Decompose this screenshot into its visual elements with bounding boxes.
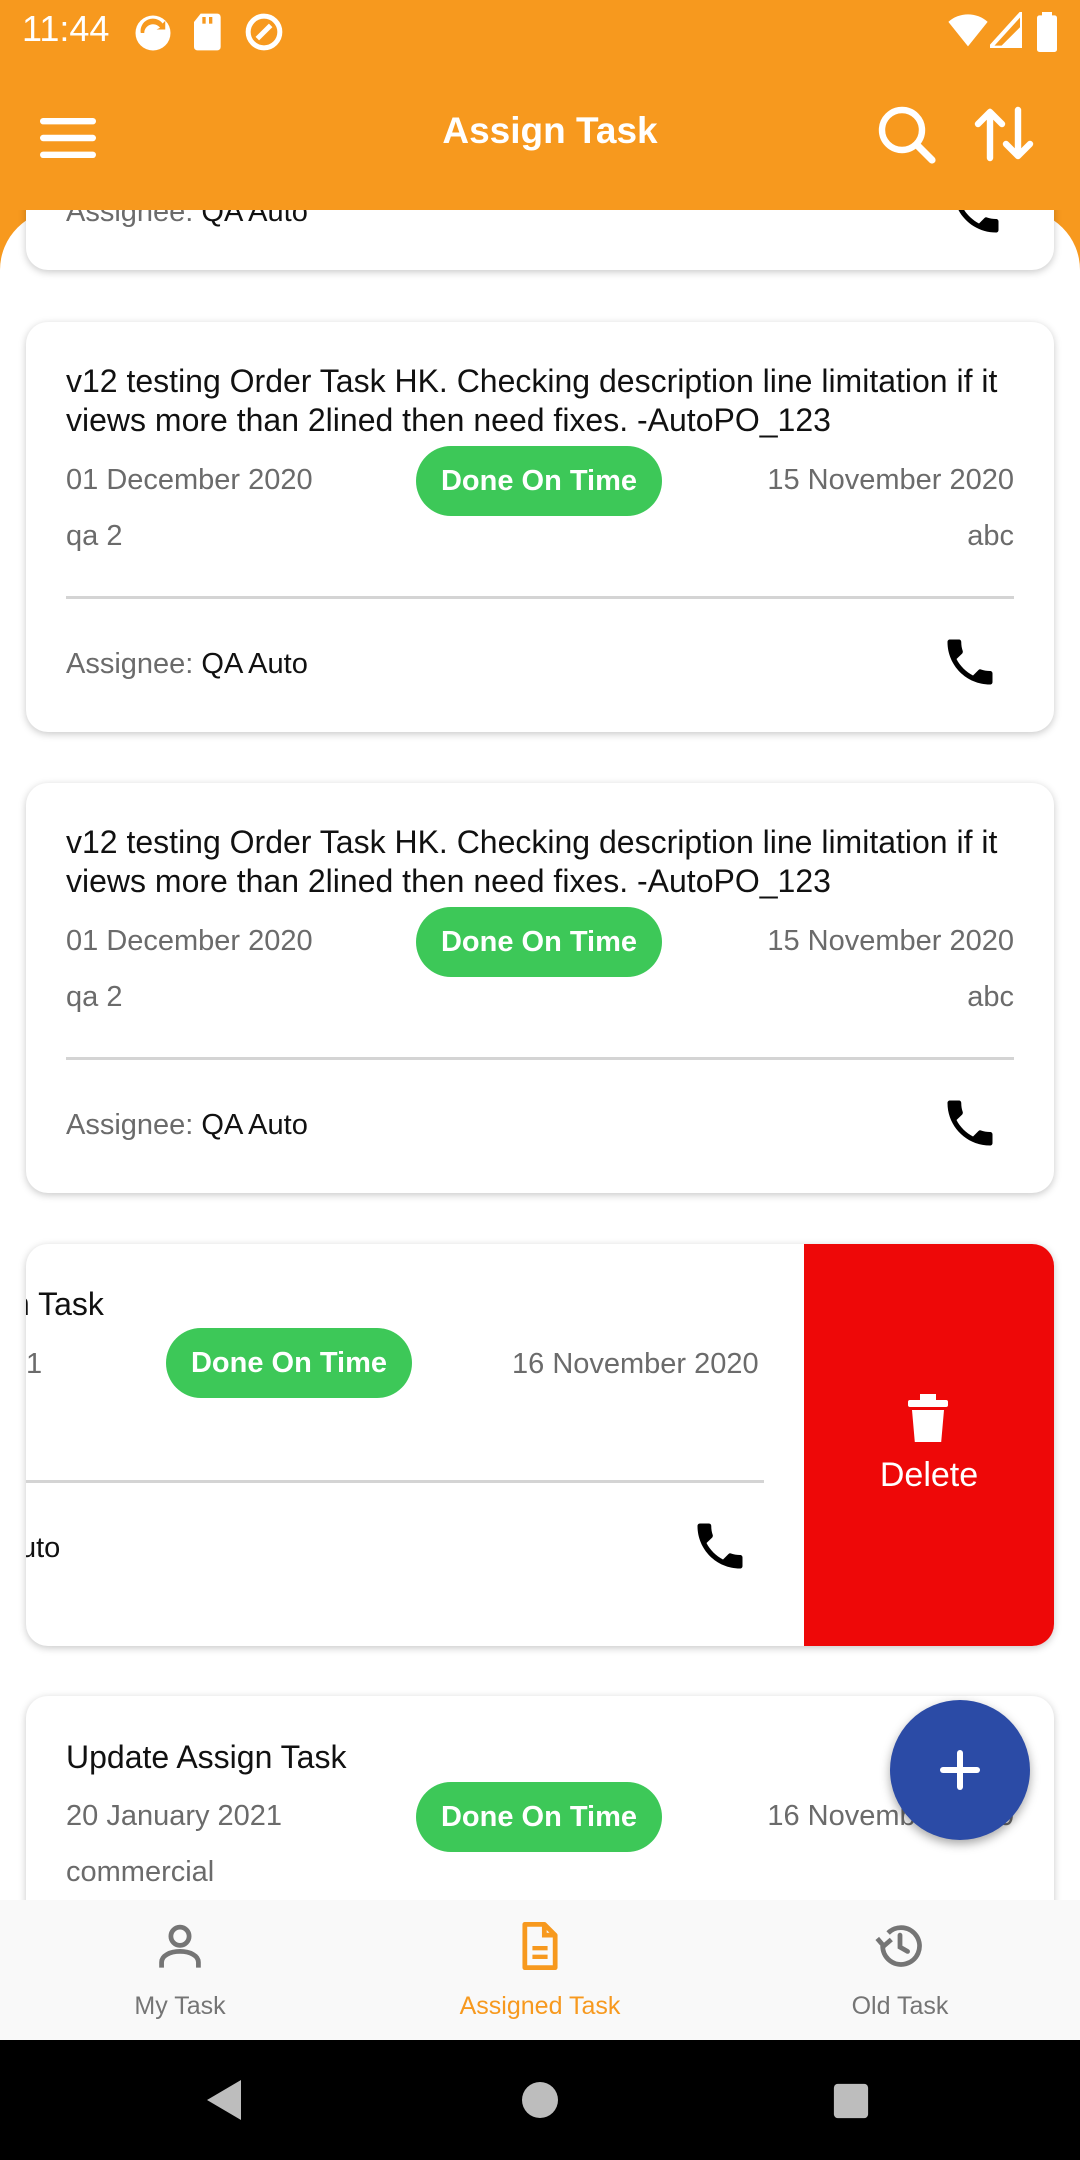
task-title: Update Assign Task — [66, 1739, 347, 1775]
plus-icon — [940, 1750, 980, 1790]
status-time: 11:44 — [22, 8, 110, 49]
task-description: v12 testing Order Task HK. Checking desc… — [66, 824, 998, 899]
phone-icon[interactable] — [940, 1093, 1000, 1153]
assignee-label: Assignee: — [66, 210, 194, 228]
sort-icon[interactable] — [972, 102, 1036, 166]
task-start-date: 01 December 2020 — [66, 925, 313, 957]
task-end-date: 16 November 2020 — [512, 1348, 759, 1380]
task-end-date: 15 November 2020 — [767, 464, 1014, 496]
phone-icon[interactable] — [690, 1516, 750, 1576]
task-start-date: 01 December 2020 — [66, 464, 313, 496]
delete-label: Delete — [879, 1456, 979, 1494]
assignee: Assignee: QA Auto — [66, 1109, 308, 1142]
task-end-date: 15 November 2020 — [767, 925, 1014, 957]
status-bar: 11:44 — [0, 0, 1080, 62]
delete-button[interactable]: Delete — [804, 1244, 1054, 1646]
assignee-name: QA Auto — [201, 210, 308, 228]
phone-icon[interactable] — [940, 632, 1000, 692]
task-card[interactable]: v12 testing Order Task HK. Checking desc… — [26, 783, 1054, 1193]
assignee-name: QA Auto — [201, 1109, 308, 1141]
nav-label: Old Task — [851, 1992, 949, 2020]
nav-my-task[interactable]: My Task — [0, 1900, 360, 2040]
bottom-navigation: My Task Assigned Task Old Task — [0, 1900, 1080, 2040]
recents-icon[interactable] — [832, 2082, 870, 2120]
system-navigation-bar — [0, 2040, 1080, 2160]
home-icon[interactable] — [520, 2080, 560, 2120]
assignee-name: QA Auto — [201, 648, 308, 680]
status-badge: Done On Time — [416, 446, 662, 516]
battery-icon — [1037, 12, 1057, 52]
task-card-swiped[interactable]: n Task 1 Done On Time 16 November 2020 u… — [26, 1244, 1054, 1646]
wifi-icon — [948, 14, 988, 47]
task-start-date: 20 January 2021 — [66, 1800, 283, 1832]
task-start-date: 1 — [26, 1348, 43, 1380]
assignee-name: uto — [26, 1532, 61, 1564]
sync-app-icon — [135, 15, 171, 51]
divider — [66, 1057, 1014, 1060]
back-icon[interactable] — [204, 2078, 246, 2122]
task-card[interactable]: Assignee: QA Auto — [26, 210, 1054, 270]
sd-card-icon — [194, 13, 221, 51]
document-icon — [522, 1921, 558, 1971]
person-icon — [159, 1924, 201, 1968]
history-icon — [875, 1925, 922, 1967]
task-created-by: qa 2 — [66, 520, 123, 552]
divider — [66, 596, 1014, 599]
status-badge: Done On Time — [416, 1782, 662, 1852]
nav-assigned-task[interactable]: Assigned Task — [360, 1900, 720, 2040]
at-sign-icon — [245, 13, 283, 51]
assignee: Assignee: QA Auto — [66, 210, 308, 229]
cellular-signal-icon — [990, 12, 1022, 48]
task-created-by: commercial — [66, 1856, 215, 1888]
app-bar: Assign Task — [0, 62, 1080, 210]
task-title: n Task — [26, 1286, 104, 1322]
task-card[interactable]: v12 testing Order Task HK. Checking desc… — [26, 322, 1054, 732]
task-list[interactable]: Assignee: QA Auto v12 testing Order Task… — [0, 210, 1080, 1900]
task-description: v12 testing Order Task HK. Checking desc… — [66, 363, 998, 438]
task-category: abc — [967, 981, 1014, 1013]
assignee-label: Assignee: — [66, 1109, 194, 1141]
divider — [26, 1480, 764, 1483]
trash-icon — [908, 1394, 948, 1442]
task-category: abc — [967, 520, 1014, 552]
status-badge: Done On Time — [416, 907, 662, 977]
nav-label: Assigned Task — [459, 1992, 621, 2020]
nav-old-task[interactable]: Old Task — [720, 1900, 1080, 2040]
status-badge: Done On Time — [166, 1328, 412, 1398]
assignee: Assignee: QA Auto — [66, 648, 308, 681]
nav-label: My Task — [134, 1992, 226, 2020]
task-created-by: qa 2 — [66, 981, 123, 1013]
assignee-label: Assignee: — [66, 648, 194, 680]
add-task-button[interactable] — [890, 1700, 1030, 1840]
phone-icon[interactable] — [946, 210, 1006, 240]
search-icon[interactable] — [874, 102, 938, 166]
